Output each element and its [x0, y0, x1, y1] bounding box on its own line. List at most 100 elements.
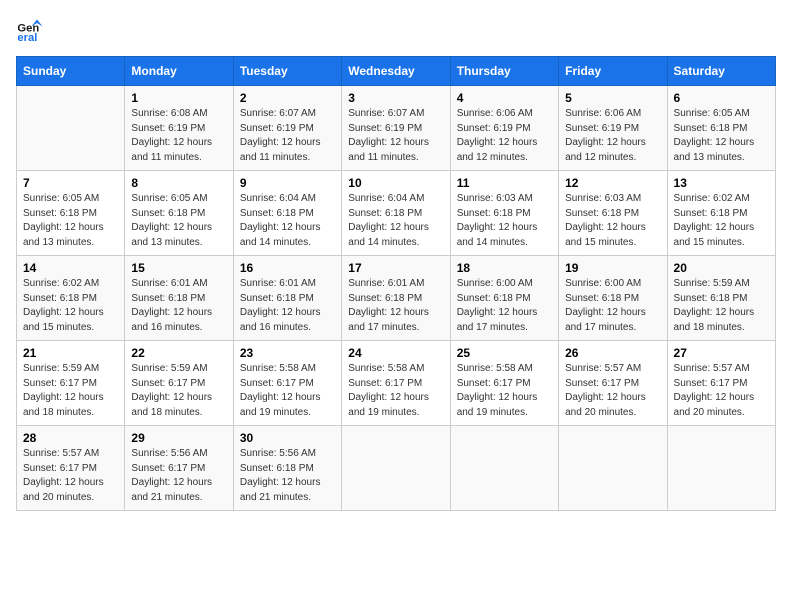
- calendar-cell: 12Sunrise: 6:03 AMSunset: 6:18 PMDayligh…: [559, 171, 667, 256]
- day-info: Sunrise: 6:01 AMSunset: 6:18 PMDaylight:…: [131, 277, 226, 335]
- day-number: 10: [348, 176, 443, 190]
- day-info: Sunrise: 5:58 AMSunset: 6:17 PMDaylight:…: [348, 362, 443, 420]
- week-row-5: 28 Sunrise: 5:57 AMSunset: 6:17 PMDayligh…: [17, 426, 776, 511]
- day-info: Sunrise: 6:04 AMSunset: 6:18 PMDaylight:…: [240, 192, 335, 250]
- calendar-cell: [559, 426, 667, 511]
- day-info: Sunrise: 5:57 AMSunset: 6:17 PMDaylight:…: [23, 447, 118, 505]
- day-number: 9: [240, 176, 335, 190]
- weekday-header-monday: Monday: [125, 57, 233, 86]
- weekday-header-friday: Friday: [559, 57, 667, 86]
- day-number: 17: [348, 261, 443, 275]
- day-info: Sunrise: 6:05 AMSunset: 6:18 PMDaylight:…: [131, 192, 226, 250]
- calendar-cell: 24 Sunrise: 5:58 AMSunset: 6:17 PMDayligh…: [342, 341, 450, 426]
- calendar-cell: [667, 426, 775, 511]
- day-number: 26: [565, 346, 660, 360]
- calendar-cell: 27 Sunrise: 5:57 AMSunset: 6:17 PMDayligh…: [667, 341, 775, 426]
- calendar-cell: 26 Sunrise: 5:57 AMSunset: 6:17 PMDayligh…: [559, 341, 667, 426]
- day-number: 13: [674, 176, 769, 190]
- weekday-header-thursday: Thursday: [450, 57, 558, 86]
- day-number: 20: [674, 261, 769, 275]
- calendar-cell: 28 Sunrise: 5:57 AMSunset: 6:17 PMDayligh…: [17, 426, 125, 511]
- day-number: 6: [674, 91, 769, 105]
- week-row-3: 14Sunrise: 6:02 AMSunset: 6:18 PMDayligh…: [17, 256, 776, 341]
- day-number: 1: [131, 91, 226, 105]
- day-number: 18: [457, 261, 552, 275]
- weekday-header-tuesday: Tuesday: [233, 57, 341, 86]
- day-number: 12: [565, 176, 660, 190]
- day-info: Sunrise: 5:59 AMSunset: 6:17 PMDaylight:…: [23, 362, 118, 420]
- calendar-cell: 20 Sunrise: 5:59 AMSunset: 6:18 PMDayligh…: [667, 256, 775, 341]
- day-info: Sunrise: 5:57 AMSunset: 6:17 PMDaylight:…: [565, 362, 660, 420]
- day-number: 2: [240, 91, 335, 105]
- week-row-1: 1 Sunrise: 6:08 AMSunset: 6:19 PMDaylight…: [17, 86, 776, 171]
- calendar-cell: 21 Sunrise: 5:59 AMSunset: 6:17 PMDayligh…: [17, 341, 125, 426]
- calendar-cell: 7 Sunrise: 6:05 AMSunset: 6:18 PMDaylight…: [17, 171, 125, 256]
- day-number: 29: [131, 431, 226, 445]
- calendar-cell: 5 Sunrise: 6:06 AMSunset: 6:19 PMDaylight…: [559, 86, 667, 171]
- page-header: Gen eral: [16, 16, 776, 44]
- day-number: 11: [457, 176, 552, 190]
- day-info: Sunrise: 5:58 AMSunset: 6:17 PMDaylight:…: [240, 362, 335, 420]
- calendar-cell: [450, 426, 558, 511]
- day-info: Sunrise: 6:00 AMSunset: 6:18 PMDaylight:…: [565, 277, 660, 335]
- weekday-header-row: SundayMondayTuesdayWednesdayThursdayFrid…: [17, 57, 776, 86]
- day-number: 19: [565, 261, 660, 275]
- calendar-table: SundayMondayTuesdayWednesdayThursdayFrid…: [16, 56, 776, 511]
- day-info: Sunrise: 5:58 AMSunset: 6:17 PMDaylight:…: [457, 362, 552, 420]
- calendar-cell: 10 Sunrise: 6:04 AMSunset: 6:18 PMDayligh…: [342, 171, 450, 256]
- day-number: 3: [348, 91, 443, 105]
- day-number: 28: [23, 431, 118, 445]
- day-info: Sunrise: 5:56 AMSunset: 6:17 PMDaylight:…: [131, 447, 226, 505]
- day-number: 14: [23, 261, 118, 275]
- calendar-cell: 17 Sunrise: 6:01 AMSunset: 6:18 PMDayligh…: [342, 256, 450, 341]
- day-number: 27: [674, 346, 769, 360]
- day-number: 16: [240, 261, 335, 275]
- logo-icon: Gen eral: [16, 16, 44, 44]
- day-info: Sunrise: 6:06 AMSunset: 6:19 PMDaylight:…: [457, 107, 552, 165]
- day-number: 4: [457, 91, 552, 105]
- day-info: Sunrise: 6:00 AMSunset: 6:18 PMDaylight:…: [457, 277, 552, 335]
- day-info: Sunrise: 5:59 AMSunset: 6:18 PMDaylight:…: [674, 277, 769, 335]
- day-info: Sunrise: 6:08 AMSunset: 6:19 PMDaylight:…: [131, 107, 226, 165]
- calendar-cell: 23 Sunrise: 5:58 AMSunset: 6:17 PMDayligh…: [233, 341, 341, 426]
- calendar-cell: [17, 86, 125, 171]
- day-number: 5: [565, 91, 660, 105]
- calendar-cell: [342, 426, 450, 511]
- day-number: 24: [348, 346, 443, 360]
- day-info: Sunrise: 6:07 AMSunset: 6:19 PMDaylight:…: [240, 107, 335, 165]
- day-number: 30: [240, 431, 335, 445]
- day-info: Sunrise: 5:57 AMSunset: 6:17 PMDaylight:…: [674, 362, 769, 420]
- calendar-cell: 1 Sunrise: 6:08 AMSunset: 6:19 PMDaylight…: [125, 86, 233, 171]
- svg-text:eral: eral: [17, 32, 37, 44]
- calendar-cell: 25 Sunrise: 5:58 AMSunset: 6:17 PMDayligh…: [450, 341, 558, 426]
- calendar-cell: 3Sunrise: 6:07 AMSunset: 6:19 PMDaylight…: [342, 86, 450, 171]
- calendar-cell: 30 Sunrise: 5:56 AMSunset: 6:18 PMDayligh…: [233, 426, 341, 511]
- week-row-4: 21 Sunrise: 5:59 AMSunset: 6:17 PMDayligh…: [17, 341, 776, 426]
- day-number: 15: [131, 261, 226, 275]
- calendar-cell: 18 Sunrise: 6:00 AMSunset: 6:18 PMDayligh…: [450, 256, 558, 341]
- calendar-cell: 19 Sunrise: 6:00 AMSunset: 6:18 PMDayligh…: [559, 256, 667, 341]
- calendar-cell: 4 Sunrise: 6:06 AMSunset: 6:19 PMDaylight…: [450, 86, 558, 171]
- day-number: 21: [23, 346, 118, 360]
- calendar-cell: 22Sunrise: 5:59 AMSunset: 6:17 PMDayligh…: [125, 341, 233, 426]
- calendar-cell: 2 Sunrise: 6:07 AMSunset: 6:19 PMDaylight…: [233, 86, 341, 171]
- day-info: Sunrise: 6:01 AMSunset: 6:18 PMDaylight:…: [348, 277, 443, 335]
- calendar-cell: 8 Sunrise: 6:05 AMSunset: 6:18 PMDaylight…: [125, 171, 233, 256]
- day-info: Sunrise: 6:04 AMSunset: 6:18 PMDaylight:…: [348, 192, 443, 250]
- calendar-cell: 11Sunrise: 6:03 AMSunset: 6:18 PMDayligh…: [450, 171, 558, 256]
- logo: Gen eral: [16, 16, 48, 44]
- day-info: Sunrise: 6:05 AMSunset: 6:18 PMDaylight:…: [23, 192, 118, 250]
- day-info: Sunrise: 5:59 AMSunset: 6:17 PMDaylight:…: [131, 362, 226, 420]
- week-row-2: 7 Sunrise: 6:05 AMSunset: 6:18 PMDaylight…: [17, 171, 776, 256]
- calendar-cell: 15 Sunrise: 6:01 AMSunset: 6:18 PMDayligh…: [125, 256, 233, 341]
- day-number: 8: [131, 176, 226, 190]
- day-info: Sunrise: 6:06 AMSunset: 6:19 PMDaylight:…: [565, 107, 660, 165]
- calendar-cell: 9 Sunrise: 6:04 AMSunset: 6:18 PMDaylight…: [233, 171, 341, 256]
- day-number: 25: [457, 346, 552, 360]
- day-number: 23: [240, 346, 335, 360]
- day-number: 7: [23, 176, 118, 190]
- calendar-cell: 14Sunrise: 6:02 AMSunset: 6:18 PMDayligh…: [17, 256, 125, 341]
- calendar-cell: 6Sunrise: 6:05 AMSunset: 6:18 PMDaylight…: [667, 86, 775, 171]
- day-info: Sunrise: 5:56 AMSunset: 6:18 PMDaylight:…: [240, 447, 335, 505]
- day-info: Sunrise: 6:02 AMSunset: 6:18 PMDaylight:…: [674, 192, 769, 250]
